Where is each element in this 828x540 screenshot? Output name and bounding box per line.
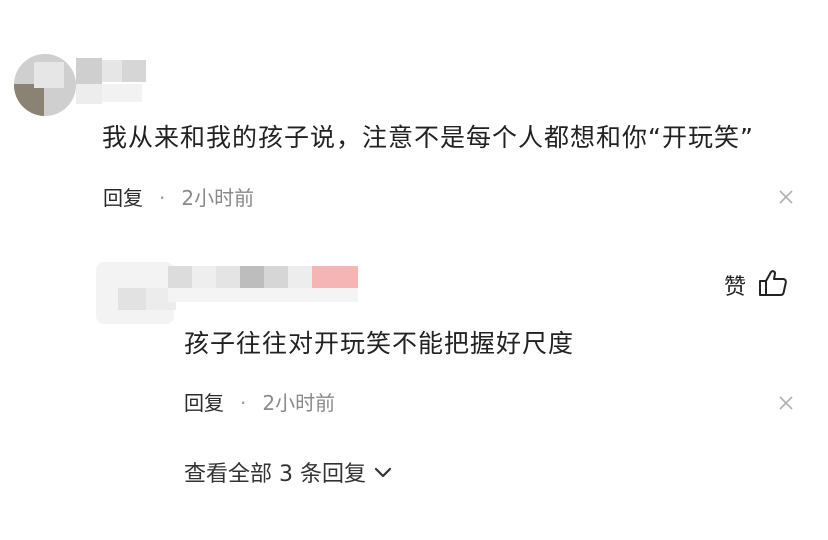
reply-text: 孩子往往对开玩笑不能把握好尺度 bbox=[184, 329, 575, 358]
reply-meta: 回复 · 2小时前 bbox=[184, 387, 335, 416]
close-icon[interactable] bbox=[779, 396, 793, 410]
close-icon[interactable] bbox=[779, 190, 793, 204]
avatar[interactable] bbox=[14, 54, 76, 116]
chevron-down-icon bbox=[366, 460, 392, 485]
like-label: 赞 bbox=[724, 275, 747, 300]
timestamp: 2小时前 bbox=[181, 186, 255, 210]
meta-separator: · bbox=[240, 391, 247, 415]
timestamp: 2小时前 bbox=[262, 391, 336, 415]
reply-button[interactable]: 回复 bbox=[103, 186, 143, 210]
comment-text: 我从来和我的孩子说，注意不是每个人都想和你“开玩笑” bbox=[102, 123, 754, 152]
view-all-replies-label: 查看全部 3 条回复 bbox=[184, 462, 366, 487]
comment-meta: 回复 · 2小时前 bbox=[103, 182, 254, 211]
like-button[interactable]: 赞 bbox=[724, 269, 788, 301]
view-all-replies-button[interactable]: 查看全部 3 条回复 bbox=[184, 456, 392, 488]
meta-separator: · bbox=[159, 186, 166, 210]
reply-button[interactable]: 回复 bbox=[184, 391, 224, 415]
thumbs-up-icon bbox=[758, 269, 788, 301]
